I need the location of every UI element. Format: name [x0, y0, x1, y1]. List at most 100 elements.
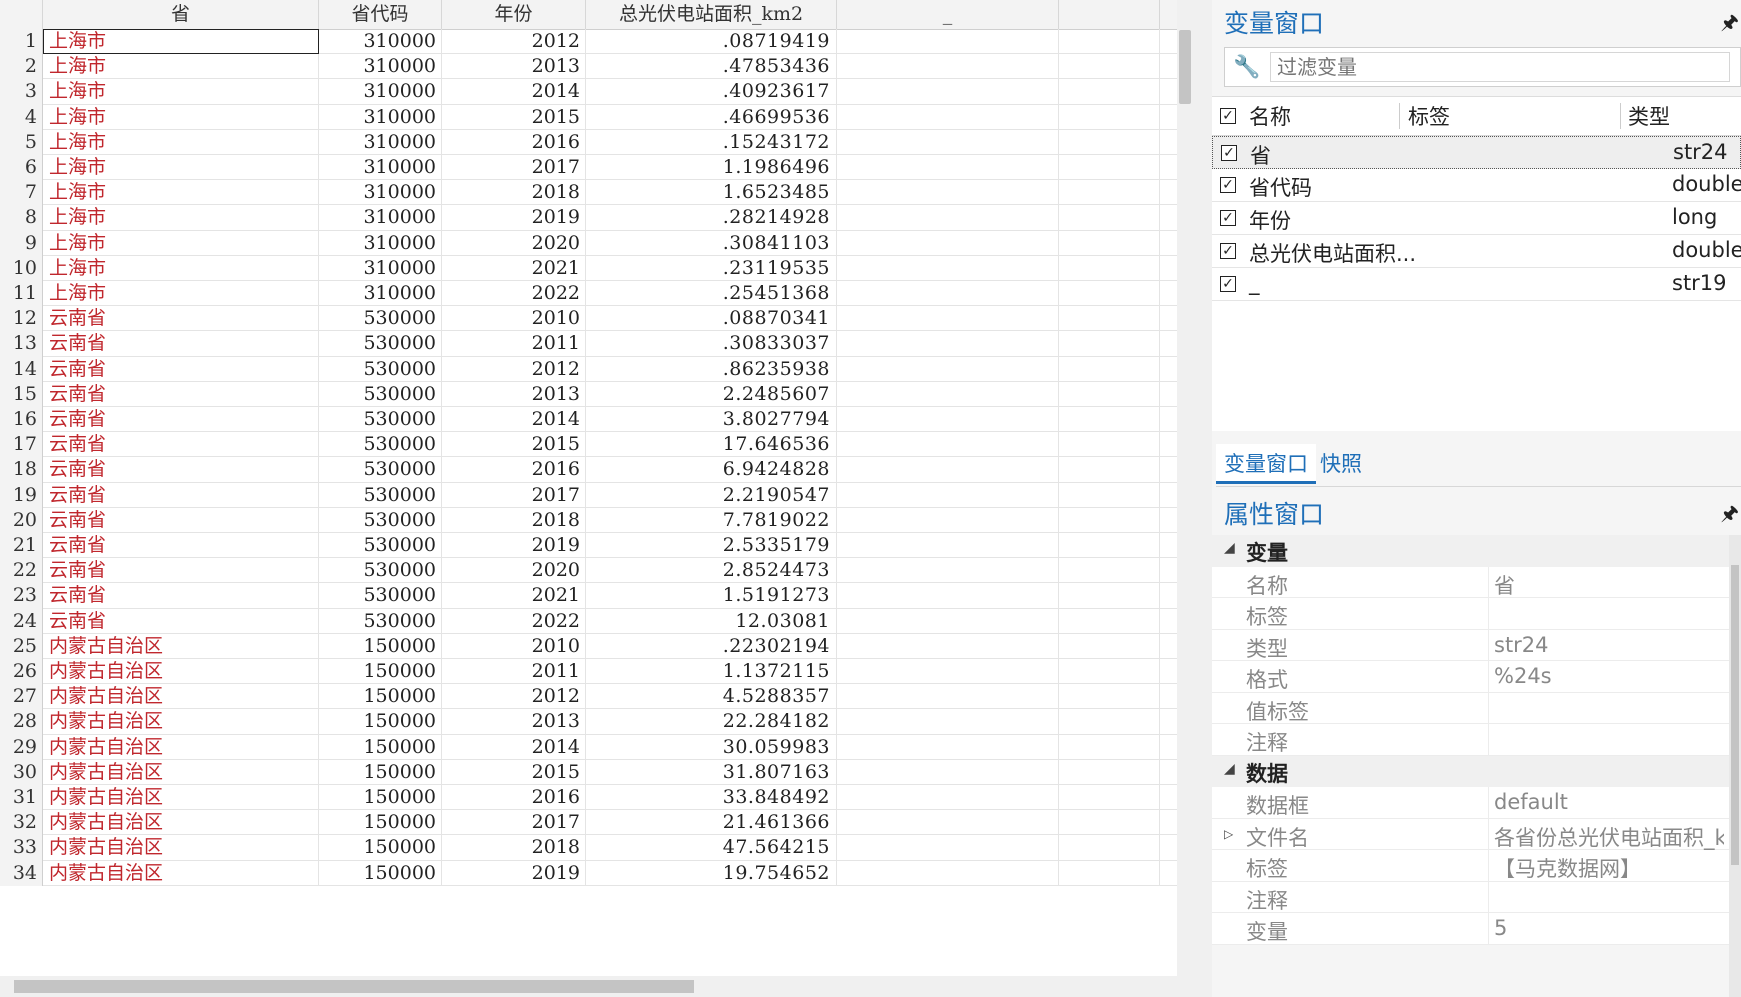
underscore-cell[interactable]: [837, 432, 1059, 458]
province-code-cell[interactable]: 530000: [319, 608, 442, 634]
province-cell[interactable]: 云南省: [43, 331, 319, 357]
property-value[interactable]: default: [1494, 790, 1724, 814]
province-code-cell[interactable]: 310000: [319, 29, 442, 55]
variable-row[interactable]: ✓ 省代码 double: [1212, 169, 1741, 202]
pv-area-cell[interactable]: .30841103: [586, 230, 837, 256]
property-row[interactable]: 数据框 default: [1212, 787, 1729, 819]
checkbox-icon[interactable]: ✓: [1220, 276, 1236, 292]
pv-area-cell[interactable]: .25451368: [586, 281, 837, 307]
header-name[interactable]: 名称: [1249, 101, 1291, 131]
province-cell[interactable]: 云南省: [43, 306, 319, 332]
table-row[interactable]: 34 内蒙古自治区 150000 2019 19.754652: [0, 860, 1177, 886]
underscore-cell[interactable]: [837, 407, 1059, 433]
table-row[interactable]: 31 内蒙古自治区 150000 2016 33.848492: [0, 785, 1177, 811]
checkbox-icon[interactable]: ✓: [1221, 145, 1237, 161]
pv-area-cell[interactable]: 33.848492: [586, 785, 837, 811]
pv-area-cell[interactable]: 30.059983: [586, 734, 837, 760]
year-cell[interactable]: 2012: [442, 684, 586, 710]
province-cell[interactable]: 云南省: [43, 356, 319, 382]
province-cell[interactable]: 云南省: [43, 381, 319, 407]
table-row[interactable]: 20 云南省 530000 2018 7.7819022: [0, 507, 1177, 533]
province-code-cell[interactable]: 310000: [319, 79, 442, 105]
underscore-cell[interactable]: [837, 684, 1059, 710]
pv-area-cell[interactable]: 2.2190547: [586, 482, 837, 508]
pv-area-cell[interactable]: 31.807163: [586, 759, 837, 785]
year-cell[interactable]: 2011: [442, 331, 586, 357]
property-row[interactable]: ▷ 文件名 各省份总光伏电站面积_k: [1212, 818, 1729, 850]
province-code-cell[interactable]: 530000: [319, 407, 442, 433]
underscore-cell[interactable]: [837, 155, 1059, 181]
underscore-cell[interactable]: [837, 306, 1059, 332]
tab-variables[interactable]: 变量窗口: [1216, 444, 1316, 484]
province-code-cell[interactable]: 530000: [319, 482, 442, 508]
column-header-area[interactable]: 总光伏电站面积_km2: [586, 0, 837, 29]
table-row[interactable]: 1 上海市 310000 2012.08719419: [0, 29, 1177, 55]
year-cell[interactable]: 2014: [442, 734, 586, 760]
province-code-cell[interactable]: 310000: [319, 255, 442, 281]
underscore-cell[interactable]: [837, 29, 1059, 55]
table-row[interactable]: 22 云南省 530000 2020 2.8524473: [0, 558, 1177, 584]
table-row[interactable]: 24 云南省 530000 2022 12.03081: [0, 608, 1177, 634]
province-code-cell[interactable]: 530000: [319, 432, 442, 458]
property-value[interactable]: %24s: [1494, 664, 1724, 688]
pv-area-cell[interactable]: 21.461366: [586, 810, 837, 836]
underscore-cell[interactable]: [837, 104, 1059, 130]
underscore-cell[interactable]: [837, 759, 1059, 785]
province-cell[interactable]: 云南省: [43, 608, 319, 634]
province-cell[interactable]: 云南省: [43, 558, 319, 584]
property-value[interactable]: 5: [1494, 916, 1724, 940]
province-cell[interactable]: 内蒙古自治区: [43, 835, 319, 861]
year-cell[interactable]: 2020: [442, 230, 586, 256]
pv-area-cell[interactable]: 19.754652: [586, 860, 837, 886]
year-cell[interactable]: 2016: [442, 129, 586, 155]
table-row[interactable]: 3 上海市 310000 2014.40923617: [0, 79, 1177, 105]
pv-area-cell[interactable]: .22302194: [586, 633, 837, 659]
variable-row[interactable]: ✓ 年份 long: [1212, 202, 1741, 235]
province-cell[interactable]: 云南省: [43, 482, 319, 508]
province-cell[interactable]: 上海市: [43, 180, 319, 206]
property-value[interactable]: str24: [1494, 633, 1724, 657]
table-row[interactable]: 19 云南省 530000 2017 2.2190547: [0, 482, 1177, 508]
underscore-cell[interactable]: [837, 785, 1059, 811]
province-code-cell[interactable]: 150000: [319, 709, 442, 735]
pv-area-cell[interactable]: 2.8524473: [586, 558, 837, 584]
year-cell[interactable]: 2013: [442, 381, 586, 407]
table-row[interactable]: 25 内蒙古自治区 150000 2010.22302194: [0, 633, 1177, 659]
underscore-cell[interactable]: [837, 482, 1059, 508]
grid-horizontal-scroll-thumb[interactable]: [14, 980, 694, 993]
year-cell[interactable]: 2017: [442, 482, 586, 508]
year-cell[interactable]: 2012: [442, 29, 586, 55]
province-code-cell[interactable]: 530000: [319, 331, 442, 357]
province-cell[interactable]: 上海市: [43, 230, 319, 256]
province-cell[interactable]: 内蒙古自治区: [43, 860, 319, 886]
year-cell[interactable]: 2013: [442, 54, 586, 80]
underscore-cell[interactable]: [837, 810, 1059, 836]
province-code-cell[interactable]: 530000: [319, 507, 442, 533]
underscore-cell[interactable]: [837, 356, 1059, 382]
table-row[interactable]: 8 上海市 310000 2019.28214928: [0, 205, 1177, 231]
province-cell[interactable]: 云南省: [43, 457, 319, 483]
year-cell[interactable]: 2015: [442, 759, 586, 785]
pv-area-cell[interactable]: .30833037: [586, 331, 837, 357]
table-row[interactable]: 14 云南省 530000 2012.86235938: [0, 356, 1177, 382]
underscore-cell[interactable]: [837, 255, 1059, 281]
province-code-cell[interactable]: 310000: [319, 180, 442, 206]
table-row[interactable]: 7 上海市 310000 2018 1.6523485: [0, 180, 1177, 206]
province-code-cell[interactable]: 150000: [319, 810, 442, 836]
province-code-cell[interactable]: 530000: [319, 356, 442, 382]
province-cell[interactable]: 内蒙古自治区: [43, 709, 319, 735]
collapse-triangle-icon[interactable]: ◢: [1224, 760, 1235, 777]
year-cell[interactable]: 2015: [442, 104, 586, 130]
province-code-cell[interactable]: 530000: [319, 457, 442, 483]
year-cell[interactable]: 2019: [442, 533, 586, 559]
pv-area-cell[interactable]: .08719419: [586, 29, 837, 55]
year-cell[interactable]: 2018: [442, 180, 586, 206]
table-row[interactable]: 28 内蒙古自治区 150000 2013 22.284182: [0, 709, 1177, 735]
table-row[interactable]: 15 云南省 530000 2013 2.2485607: [0, 381, 1177, 407]
underscore-cell[interactable]: [837, 180, 1059, 206]
grid-horizontal-scrollbar[interactable]: [0, 976, 1177, 997]
variable-row[interactable]: ✓ 省 str24: [1212, 136, 1741, 169]
province-code-cell[interactable]: 310000: [319, 104, 442, 130]
province-cell[interactable]: 云南省: [43, 507, 319, 533]
underscore-cell[interactable]: [837, 507, 1059, 533]
